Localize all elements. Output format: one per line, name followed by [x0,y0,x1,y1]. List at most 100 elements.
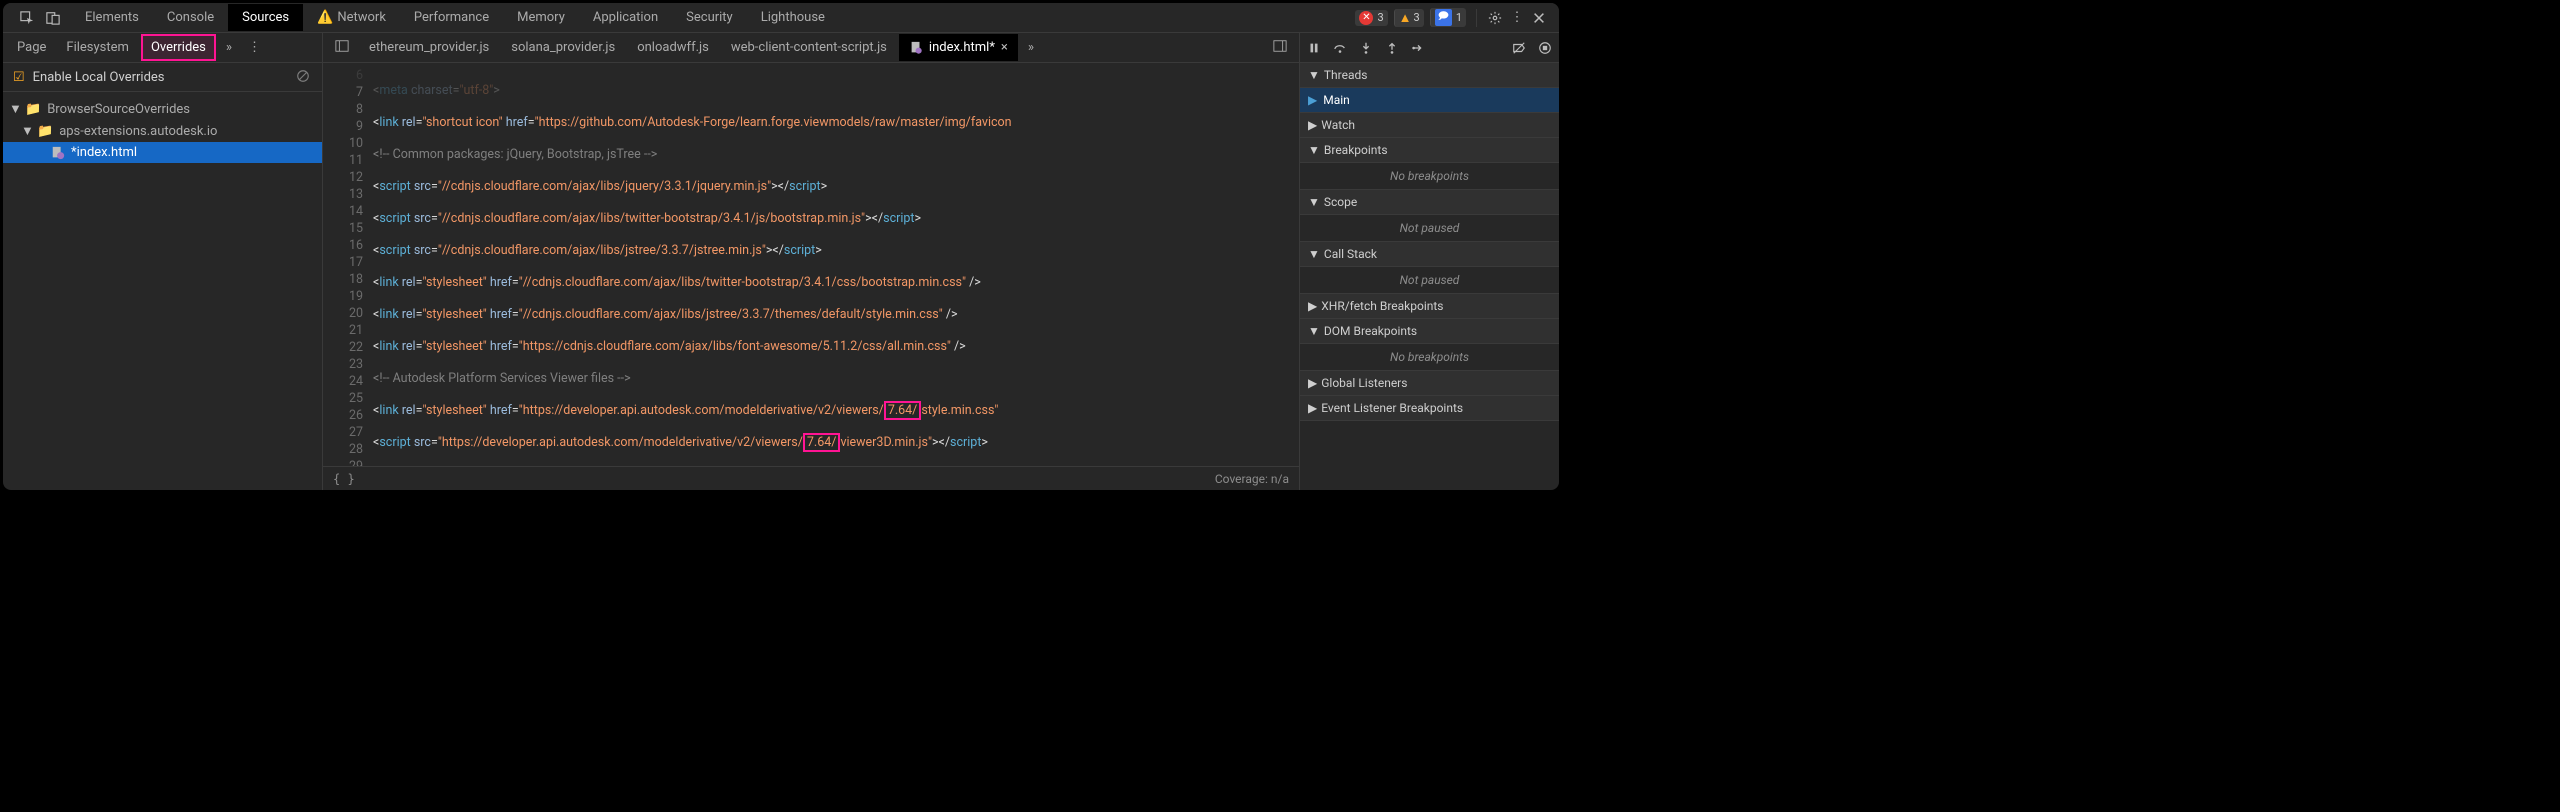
info-count: 1 [1456,11,1462,24]
file-override-icon [51,146,65,160]
show-debugger-icon[interactable] [1265,39,1295,57]
file-tree: ▼ 📁 BrowserSourceOverrides ▼ 📁 aps-exten… [3,92,322,169]
error-count-badge[interactable]: ✕3 [1355,10,1387,26]
tab-application[interactable]: Application [579,4,672,31]
enable-overrides-label: Enable Local Overrides [33,70,288,85]
nav-tab-overrides[interactable]: Overrides [141,34,216,61]
expand-icon: ▼ [21,123,31,139]
section-breakpoints[interactable]: ▼ Breakpoints [1300,138,1559,163]
nav-tab-page[interactable]: Page [7,34,56,61]
file-tabs: ethereum_provider.js solana_provider.js … [323,33,1299,63]
chevron-right-icon: ▶ [1308,299,1317,313]
code-content: <meta charset="utf-8"> <link rel="shortc… [373,63,1299,466]
file-tab-4[interactable]: index.html* × [899,34,1018,61]
section-label: Event Listener Breakpoints [1321,401,1463,415]
thread-main[interactable]: ▶Main [1300,88,1559,113]
step-out-icon[interactable] [1384,40,1400,56]
editor-panel: ethereum_provider.js solana_provider.js … [323,33,1299,490]
section-label: XHR/fetch Breakpoints [1321,299,1443,313]
tree-label: *index.html [71,145,137,160]
section-label: Global Listeners [1321,376,1407,390]
info-count-badge[interactable]: 🗩1 [1430,8,1466,27]
file-tab-3[interactable]: web-client-content-script.js [721,34,897,61]
section-xhr[interactable]: ▶ XHR/fetch Breakpoints [1300,294,1559,319]
settings-icon[interactable] [1487,10,1503,26]
nav-tab-filesystem[interactable]: Filesystem [56,34,139,61]
step-icon[interactable] [1410,40,1426,56]
chevron-right-icon[interactable]: » [1020,40,1042,55]
checkbox-checked-icon[interactable]: ☑ [13,70,25,85]
navigator-panel: Page Filesystem Overrides » ⋮ ☑ Enable L… [3,33,323,490]
device-toolbar-icon[interactable] [45,10,61,26]
highlighted-version-2: 7.64/ [803,433,841,452]
section-label: Scope [1324,195,1357,209]
devtools-window: Elements Console Sources ⚠️ Network Perfo… [3,3,1559,490]
more-icon[interactable]: ⋮ [1509,10,1525,26]
warning-triangle-icon: ▲ [1399,10,1412,26]
separator [1476,9,1477,27]
tab-security[interactable]: Security [672,4,747,31]
folder-icon: 📁 [25,102,41,117]
step-over-icon[interactable] [1332,40,1348,56]
main-area: Page Filesystem Overrides » ⋮ ☑ Enable L… [3,33,1559,490]
info-icon: 🗩 [1435,9,1452,26]
step-into-icon[interactable] [1358,40,1374,56]
callstack-not-paused: Not paused [1300,267,1559,294]
file-tab-2[interactable]: onloadwff.js [627,34,719,61]
section-dom[interactable]: ▼DOM Breakpoints [1300,319,1559,344]
file-tab-label: index.html* [929,40,995,55]
show-navigator-icon[interactable] [327,39,357,57]
coverage-status: Coverage: n/a [1215,472,1289,486]
section-callstack[interactable]: ▼Call Stack [1300,242,1559,267]
tree-file-index[interactable]: *index.html [3,142,322,163]
tab-sources[interactable]: Sources [228,4,303,31]
chevron-right-icon: ▶ [1308,118,1317,132]
warning-icon: ⚠️ [317,10,333,25]
pause-icon[interactable] [1306,40,1322,56]
inspect-element-icon[interactable] [19,10,35,26]
code-editor[interactable]: 6789101112131415161718192021222324252627… [323,63,1299,466]
warning-count-badge[interactable]: ▲3 [1394,9,1424,27]
tree-folder-root[interactable]: ▼ 📁 BrowserSourceOverrides [3,98,322,120]
line-gutter: 6789101112131415161718192021222324252627… [323,63,373,466]
section-scope[interactable]: ▼Scope [1300,190,1559,215]
tab-performance[interactable]: Performance [400,4,503,31]
tab-elements[interactable]: Elements [71,4,153,31]
close-tab-icon[interactable]: × [1001,40,1008,55]
tab-network[interactable]: ⚠️ Network [303,4,400,31]
section-global[interactable]: ▶Global Listeners [1300,371,1559,396]
tab-network-label: Network [337,10,386,25]
close-devtools-icon[interactable] [1531,10,1547,26]
highlighted-version-1: 7.64/ [884,401,922,420]
folder-icon: 📁 [37,124,53,139]
error-count: 3 [1377,11,1383,24]
file-icon [909,41,923,55]
section-eventlistener[interactable]: ▶Event Listener Breakpoints [1300,396,1559,421]
section-watch[interactable]: ▶Watch [1300,113,1559,138]
tab-lighthouse[interactable]: Lighthouse [747,4,839,31]
tree-folder-domain[interactable]: ▼ 📁 aps-extensions.autodesk.io [3,120,322,142]
no-breakpoints-msg: No breakpoints [1300,163,1559,190]
dom-no-breakpoints: No breakpoints [1300,344,1559,371]
deactivate-breakpoints-icon[interactable] [1511,40,1527,56]
section-label: Breakpoints [1324,143,1388,157]
more-options-icon[interactable]: ⋮ [240,40,269,55]
current-thread-icon: ▶ [1308,93,1317,107]
warning-count: 3 [1414,11,1420,24]
file-tab-1[interactable]: solana_provider.js [501,34,625,61]
chevron-down-icon: ▼ [1308,143,1320,157]
expand-icon: ▼ [9,101,19,117]
enable-overrides-row: ☑ Enable Local Overrides [3,63,322,92]
error-icon: ✕ [1359,11,1373,25]
section-threads[interactable]: ▼Threads [1300,63,1559,88]
chevron-right-icon[interactable]: » [218,40,240,55]
tab-console[interactable]: Console [153,4,228,31]
pause-on-exceptions-icon[interactable] [1537,40,1553,56]
debugger-panel: ▼Threads ▶Main ▶Watch ▼ Breakpoints No br… [1299,33,1559,490]
pretty-print-icon[interactable]: { } [333,472,355,486]
main-tabbar: Elements Console Sources ⚠️ Network Perfo… [3,3,1559,33]
editor-footer: { } Coverage: n/a [323,466,1299,490]
file-tab-0[interactable]: ethereum_provider.js [359,34,499,61]
tab-memory[interactable]: Memory [503,4,579,31]
clear-icon[interactable] [296,69,312,85]
